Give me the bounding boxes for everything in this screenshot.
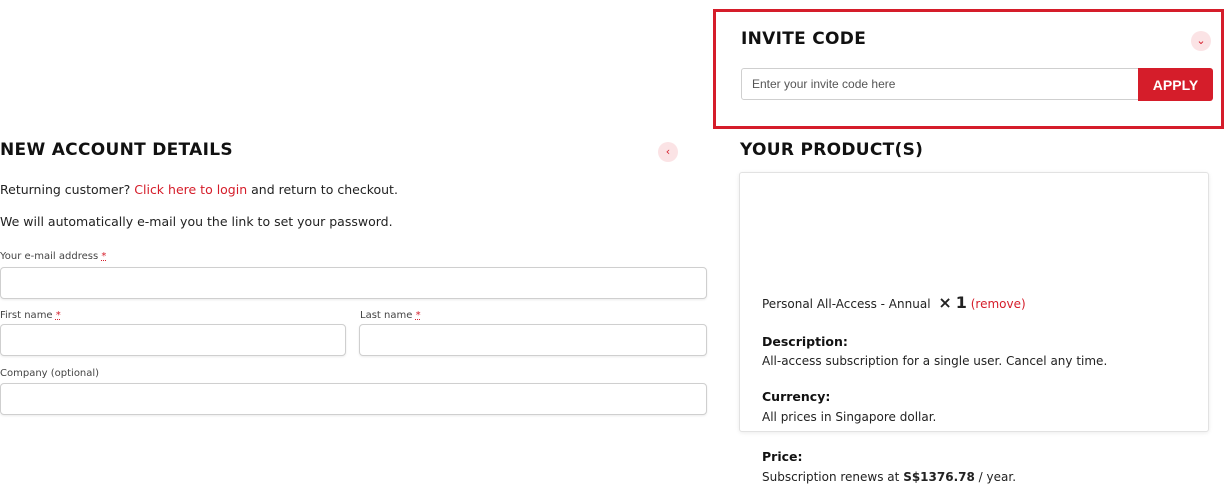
price-text: Subscription renews at S$1376.78 / year. [762,470,1017,484]
product-item: Personal All-Access - Annual × 1 (remove) [762,293,1026,312]
apply-button[interactable]: APPLY [1138,68,1213,101]
description-title: Description: [762,334,848,349]
chevron-left-icon[interactable]: ‹ [658,142,678,162]
returning-customer-line: Returning customer? Click here to login … [0,182,398,197]
invite-code-title: INVITE CODE [741,29,867,49]
new-account-title: NEW ACCOUNT DETAILS [0,140,233,160]
first-name-label: First name * [0,310,61,321]
company-field[interactable] [0,383,707,415]
price-value: S$1376.78 [903,470,975,484]
last-name-field[interactable] [359,324,707,356]
quantity-mark: × [938,293,952,312]
product-card: Personal All-Access - Annual × 1 (remove)… [739,172,1209,484]
description-text: All-access subscription for a single use… [762,354,1108,368]
remove-link[interactable]: (remove) [971,297,1026,311]
currency-title: Currency: [762,389,831,404]
required-mark: * [415,310,421,321]
email-field[interactable] [0,267,707,299]
quantity-value: 1 [955,293,967,312]
login-link[interactable]: Click here to login [134,182,247,197]
product-name: Personal All-Access - Annual [762,297,931,311]
chevron-down-icon[interactable]: ⌄ [1191,31,1211,51]
invite-code-input[interactable] [741,68,1140,100]
required-mark: * [55,310,61,321]
price-title: Price: [762,449,803,464]
first-name-field[interactable] [0,324,346,356]
products-title: YOUR PRODUCT(S) [740,140,924,160]
required-mark: * [101,251,107,262]
email-note: We will automatically e-mail you the lin… [0,214,393,229]
email-label: Your e-mail address * [0,251,107,262]
company-label: Company (optional) [0,368,100,379]
currency-text: All prices in Singapore dollar. [762,410,937,424]
invite-code-panel: INVITE CODE ⌄ APPLY [713,9,1224,129]
last-name-label: Last name * [360,310,421,321]
